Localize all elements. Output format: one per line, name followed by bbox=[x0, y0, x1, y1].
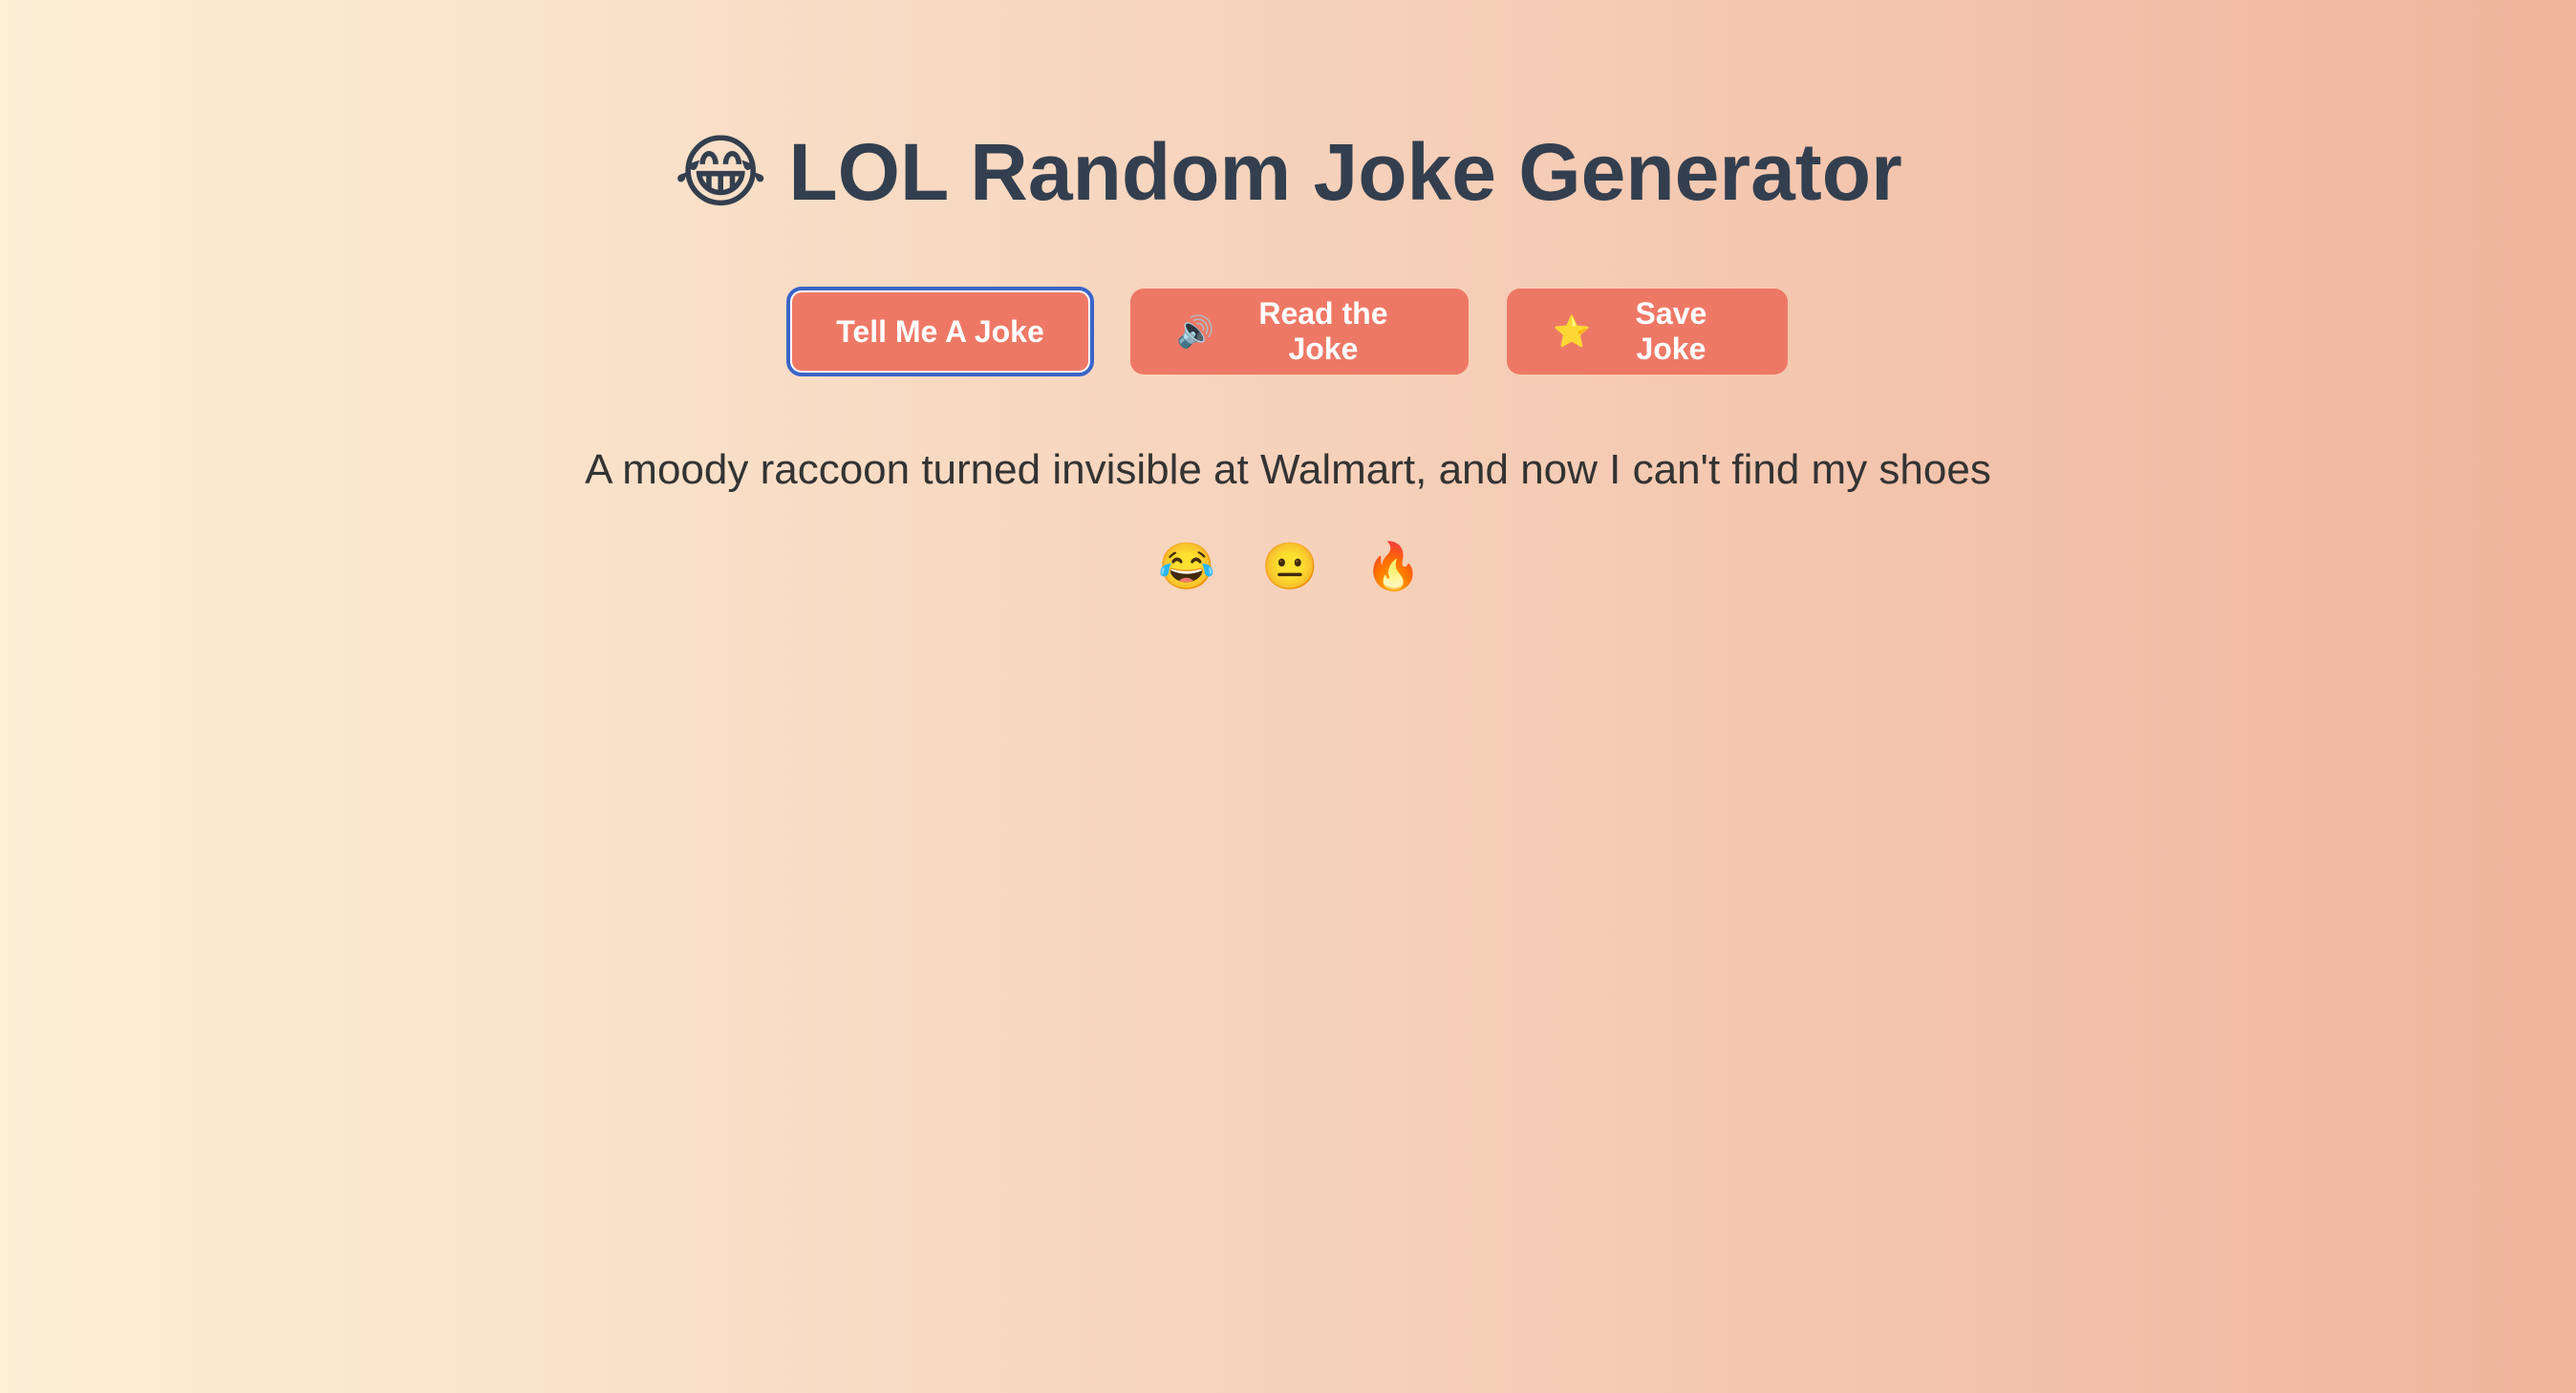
tell-joke-button[interactable]: Tell Me A Joke bbox=[786, 287, 1094, 376]
laughing-face-icon: 😂 bbox=[674, 127, 768, 217]
page-title-text: LOL Random Joke Generator bbox=[788, 127, 1902, 217]
fire-icon[interactable]: 🔥 bbox=[1364, 537, 1422, 598]
page-title: 😂 LOL Random Joke Generator bbox=[0, 122, 2576, 222]
action-buttons: Tell Me A Joke 🔊 Read the Joke ⭐ Save Jo… bbox=[0, 287, 2576, 376]
joke-text: A moody raccoon turned invisible at Walm… bbox=[585, 446, 1991, 493]
read-joke-button-label: Read the Joke bbox=[1258, 296, 1388, 366]
joke-generator-app: 😂 LOL Random Joke Generator Tell Me A Jok… bbox=[0, 0, 2576, 1393]
save-joke-button-label: Save Joke bbox=[1635, 296, 1707, 366]
reaction-bar: 😂 😐 🔥 bbox=[0, 537, 2576, 598]
tell-joke-button-label: Tell Me A Joke bbox=[836, 313, 1044, 349]
read-joke-button[interactable]: 🔊 Read the Joke bbox=[1130, 289, 1469, 375]
save-joke-button[interactable]: ⭐ Save Joke bbox=[1507, 289, 1788, 375]
laughing-face-icon[interactable]: 😂 bbox=[1158, 537, 1215, 598]
neutral-face-icon[interactable]: 😐 bbox=[1261, 537, 1319, 598]
speaker-icon: 🔊 bbox=[1176, 314, 1214, 349]
star-icon: ⭐ bbox=[1553, 314, 1591, 349]
